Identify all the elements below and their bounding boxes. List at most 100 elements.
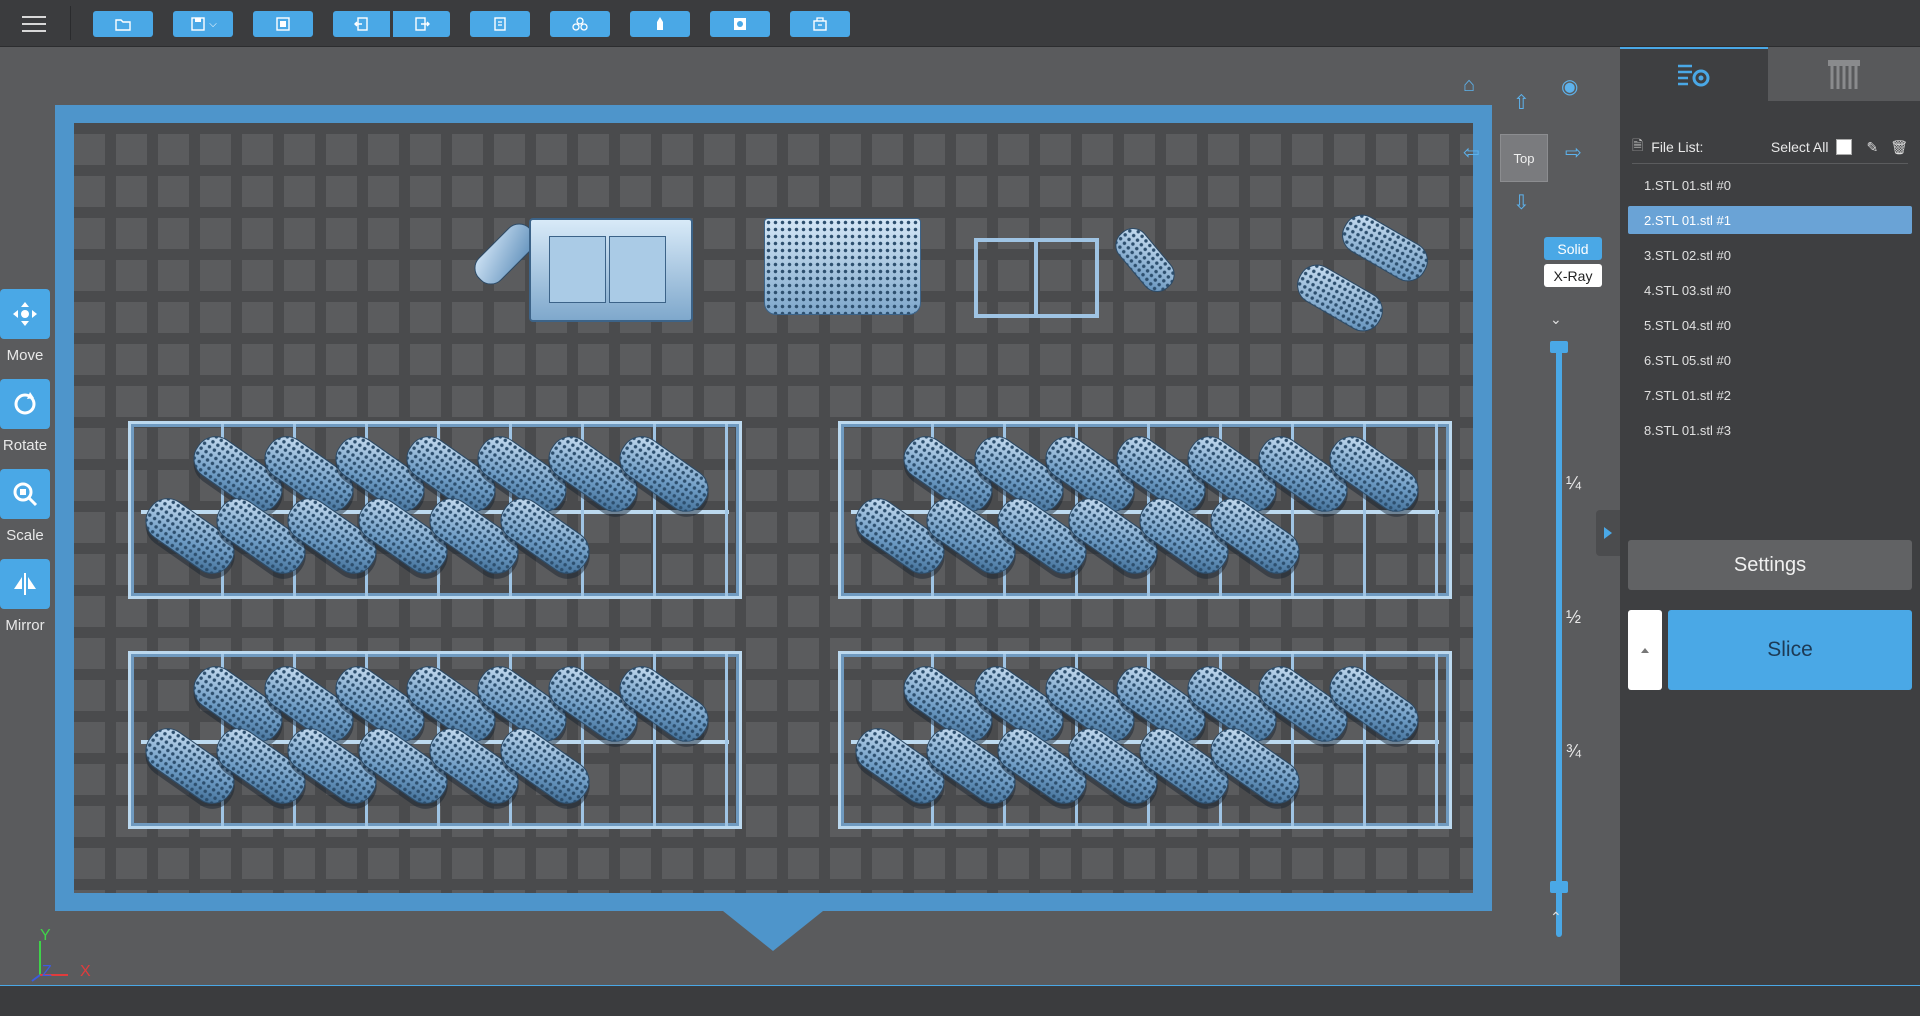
tray-post bbox=[1435, 654, 1438, 826]
model-part-2[interactable] bbox=[764, 218, 921, 315]
model-tray-1[interactable] bbox=[128, 421, 742, 599]
mirror-label: Mirror bbox=[5, 617, 45, 634]
move-tool[interactable]: Move bbox=[0, 289, 50, 364]
group-icon bbox=[572, 17, 588, 31]
file-list-item[interactable]: 4.STL 03.stl #0 bbox=[1628, 276, 1912, 304]
save-button[interactable]: ⌵ bbox=[173, 11, 233, 37]
3d-viewport[interactable]: ⌂ ⇧ ◉ ⇦ ⇨ ⇩ Top Solid X-Ray ⌄ ¼ ½ ¾ ⌃ Mo… bbox=[0, 47, 1618, 985]
file-list-item[interactable]: 7.STL 01.stl #2 bbox=[1628, 381, 1912, 409]
chevron-up-icon bbox=[1641, 648, 1649, 653]
tray-post bbox=[725, 654, 728, 826]
pack-button[interactable] bbox=[790, 11, 850, 37]
hollow-button[interactable] bbox=[710, 11, 770, 37]
tray-post bbox=[1435, 424, 1438, 596]
solid-mode-button[interactable]: Solid bbox=[1544, 237, 1602, 260]
eye-icon[interactable]: ◉ bbox=[1561, 77, 1578, 97]
z-axis-label: Z bbox=[42, 963, 52, 980]
file-list-item[interactable]: 2.STL 01.stl #1 bbox=[1628, 206, 1912, 234]
slice-options-toggle[interactable] bbox=[1628, 610, 1662, 690]
rotate-icon bbox=[14, 392, 36, 415]
save-icon bbox=[191, 17, 205, 31]
duplicate-button[interactable] bbox=[470, 11, 530, 37]
scale-icon bbox=[13, 482, 38, 507]
panel-collapse-toggle[interactable] bbox=[1596, 510, 1620, 556]
hollow-icon bbox=[734, 18, 746, 30]
delete-icon[interactable]: 🗑 bbox=[1890, 139, 1908, 156]
chevron-down-icon[interactable]: ⌵ bbox=[209, 19, 217, 30]
tray-post bbox=[725, 424, 728, 596]
open-file-button[interactable] bbox=[93, 11, 153, 37]
toolbar-divider bbox=[70, 6, 71, 40]
group-button[interactable] bbox=[550, 11, 610, 37]
settings-list-icon bbox=[1678, 64, 1710, 87]
slider-half-label: ½ bbox=[1566, 607, 1582, 627]
file-list-item[interactable]: 5.STL 04.stl #0 bbox=[1628, 311, 1912, 339]
duplicate-icon bbox=[494, 17, 506, 31]
tab-print-settings[interactable] bbox=[1620, 47, 1768, 103]
chevron-up-icon[interactable]: ⌃ bbox=[1550, 907, 1562, 927]
file-list-item[interactable]: 1.STL 01.stl #0 bbox=[1628, 171, 1912, 199]
file-list-title: File List: bbox=[1651, 139, 1704, 155]
model-part-1[interactable] bbox=[468, 217, 709, 328]
scale-tool[interactable]: Scale bbox=[0, 469, 50, 544]
auto-layout-button[interactable] bbox=[253, 11, 313, 37]
view-up-icon[interactable]: ⇧ bbox=[1513, 93, 1530, 113]
undo-icon bbox=[353, 17, 368, 31]
build-plate-frame bbox=[55, 105, 1492, 911]
edit-icon[interactable]: ✎ bbox=[1866, 139, 1878, 156]
move-icon bbox=[13, 302, 37, 326]
home-view-icon[interactable]: ⌂ bbox=[1463, 75, 1475, 95]
support-icon bbox=[657, 17, 663, 30]
mirror-tool[interactable]: Mirror bbox=[0, 559, 50, 634]
y-axis-label: Y bbox=[40, 927, 51, 944]
model-part-4[interactable] bbox=[1289, 207, 1439, 343]
tab-supports[interactable] bbox=[1768, 47, 1920, 101]
plate-front-marker bbox=[723, 911, 823, 951]
file-list-item[interactable]: 6.STL 05.stl #0 bbox=[1628, 346, 1912, 374]
layer-slider-bottom-handle[interactable] bbox=[1550, 881, 1568, 893]
slider-three-quarter-label: ¾ bbox=[1566, 741, 1582, 761]
top-toolbar: ⌵ bbox=[0, 0, 1920, 47]
slider-quarter-label: ¼ bbox=[1566, 473, 1582, 493]
pack-icon bbox=[813, 17, 827, 31]
support-button[interactable] bbox=[630, 11, 690, 37]
auto-layout-icon bbox=[276, 17, 290, 31]
build-plate[interactable] bbox=[74, 123, 1473, 893]
model-tray-2[interactable] bbox=[838, 421, 1452, 599]
status-bar bbox=[0, 985, 1920, 1016]
redo-button[interactable] bbox=[393, 11, 450, 37]
layer-slider-top-handle[interactable] bbox=[1550, 341, 1568, 353]
settings-button[interactable]: Settings bbox=[1628, 540, 1912, 590]
view-right-icon[interactable]: ⇨ bbox=[1565, 143, 1582, 163]
right-panel: 🗎 File List: Select All ✎ 🗑 1.STL 01.stl… bbox=[1620, 47, 1920, 985]
top-view-button[interactable]: Top bbox=[1500, 134, 1548, 182]
undo-button[interactable] bbox=[333, 11, 390, 37]
x-axis-label: X bbox=[80, 963, 91, 980]
chevron-down-icon[interactable]: ⌄ bbox=[1550, 309, 1562, 329]
rotate-tool[interactable]: Rotate bbox=[0, 379, 50, 454]
folder-icon bbox=[115, 19, 131, 31]
file-list-item[interactable]: 3.STL 02.stl #0 bbox=[1628, 241, 1912, 269]
scale-label: Scale bbox=[6, 527, 44, 544]
file-list-divider bbox=[1632, 163, 1908, 164]
model-tray-3[interactable] bbox=[128, 651, 742, 829]
model-part-3[interactable] bbox=[974, 221, 1204, 343]
model-tray-4[interactable] bbox=[838, 651, 1452, 829]
xray-mode-button[interactable]: X-Ray bbox=[1544, 264, 1602, 287]
file-icon: 🗎 bbox=[1632, 137, 1644, 153]
slice-button[interactable]: Slice bbox=[1668, 610, 1912, 690]
mirror-icon bbox=[14, 573, 36, 595]
select-all-label: Select All bbox=[1770, 139, 1829, 155]
file-list-item[interactable]: 8.STL 01.stl #3 bbox=[1628, 416, 1912, 444]
rotate-label: Rotate bbox=[2, 437, 48, 454]
redo-icon bbox=[414, 17, 430, 31]
view-left-icon[interactable]: ⇦ bbox=[1463, 143, 1480, 163]
move-label: Move bbox=[6, 347, 44, 364]
view-down-icon[interactable]: ⇩ bbox=[1513, 193, 1530, 213]
file-list-header: 🗎 File List: Select All ✎ 🗑 bbox=[1632, 135, 1908, 159]
layer-slider-track[interactable] bbox=[1556, 345, 1562, 937]
support-structure-icon bbox=[1828, 60, 1860, 89]
axis-indicator: Y Z X bbox=[30, 927, 100, 987]
hamburger-menu-icon[interactable] bbox=[20, 12, 48, 34]
select-all-checkbox[interactable] bbox=[1836, 139, 1853, 155]
